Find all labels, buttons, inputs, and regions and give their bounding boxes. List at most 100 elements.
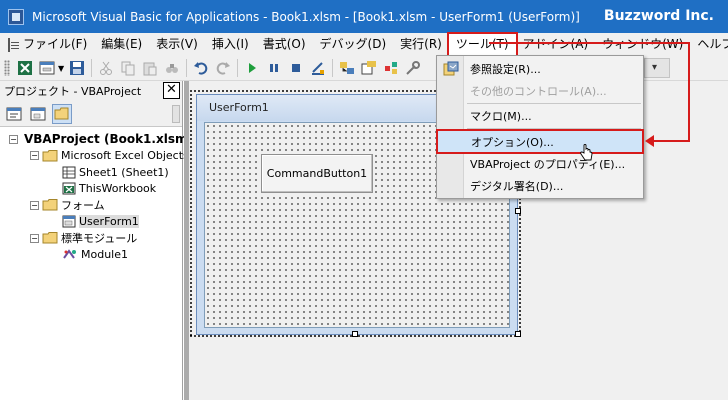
annotation-connector (652, 140, 690, 142)
project-tree: − VBAProject (Book1.xlsm) − Microsoft Ex… (0, 127, 193, 264)
resize-handle[interactable] (515, 208, 521, 214)
toolbar-grip[interactable] (4, 60, 10, 76)
sheet-icon (62, 166, 76, 179)
copy-icon[interactable] (120, 60, 136, 76)
tree-item[interactable]: Module1 (0, 247, 182, 264)
toolbar-separator (186, 59, 188, 77)
collapse-icon[interactable]: − (30, 200, 39, 210)
undo-icon[interactable] (193, 60, 209, 76)
redo-icon[interactable] (215, 60, 231, 76)
folder-icon (42, 199, 58, 211)
properties-window-icon[interactable] (361, 60, 377, 76)
break-icon[interactable] (266, 60, 282, 76)
dropdown-arrow-icon[interactable]: ▼ (58, 64, 64, 73)
toolbar-combo[interactable] (644, 58, 670, 78)
menu-format[interactable]: 書式(O) (256, 34, 313, 55)
tree-item-label: 標準モジュール (61, 232, 138, 246)
userform-icon (62, 215, 76, 228)
project-explorer-toolbar (0, 101, 182, 127)
tree-item[interactable]: UserForm1 (0, 214, 182, 231)
menu-edit[interactable]: 編集(E) (94, 34, 149, 55)
run-icon[interactable] (244, 60, 260, 76)
annotation-connector (688, 42, 690, 142)
tree-item-label: フォーム (61, 199, 105, 213)
tree-item[interactable]: − Microsoft Excel Objects (0, 148, 189, 165)
folder-icon (54, 107, 69, 120)
reset-icon[interactable] (288, 60, 304, 76)
collapse-icon[interactable]: − (9, 134, 18, 144)
tree-item[interactable]: ThisWorkbook (0, 181, 182, 198)
hand-cursor-icon (580, 144, 593, 161)
annotation-connector (489, 42, 689, 44)
view-code-icon (6, 107, 22, 120)
menu-bar: ファイル(F) 編集(E) 表示(V) 挿入(I) 書式(O) デバッグ(D) … (0, 32, 728, 57)
workbook-icon (62, 182, 76, 195)
document-icon[interactable] (8, 37, 19, 52)
menu-file[interactable]: ファイル(F) (16, 34, 94, 55)
toggle-folders-button[interactable] (52, 103, 72, 124)
menu-item-label: デジタル署名(D)... (470, 180, 564, 193)
title-bar: Microsoft Visual Basic for Applications … (0, 0, 728, 33)
menu-run[interactable]: 実行(R) (393, 34, 449, 55)
find-icon[interactable] (164, 60, 180, 76)
annotation-arrow-icon (645, 135, 654, 147)
design-mode-icon[interactable] (310, 60, 326, 76)
cut-icon[interactable] (98, 60, 114, 76)
excel-icon[interactable] (17, 60, 33, 76)
tree-item-label: Sheet1 (Sheet1) (79, 165, 169, 179)
menu-item-macros[interactable]: マクロ(M)... (437, 105, 643, 127)
project-explorer: プロジェクト - VBAProject ✕ − VBAProject (Book… (0, 81, 193, 400)
collapse-icon[interactable]: − (30, 233, 39, 243)
tools-menu: 参照設定(R)... その他のコントロール(A)... マクロ(M)... オプ… (436, 55, 644, 199)
menu-debug[interactable]: デバッグ(D) (313, 34, 394, 55)
project-explorer-title: プロジェクト - VBAProject (4, 85, 142, 98)
menu-tools[interactable]: ツール(T) (446, 32, 518, 57)
view-code-button[interactable] (4, 104, 24, 124)
menu-item-references[interactable]: 参照設定(R)... (437, 58, 643, 80)
resize-handle[interactable] (515, 331, 521, 337)
menu-item-options[interactable]: オプション(O)... (436, 129, 644, 154)
tree-item-label: VBAProject (Book1.xlsm) (24, 132, 193, 147)
project-explorer-header: プロジェクト - VBAProject ✕ (0, 81, 182, 101)
menu-item-label: VBAProject のプロパティ(E)... (470, 158, 626, 171)
menu-window[interactable]: ウィンドウ(W) (595, 34, 690, 55)
folder-icon (42, 149, 58, 162)
scrollbar[interactable] (172, 105, 180, 123)
tree-item-label: ThisWorkbook (79, 182, 157, 196)
object-browser-icon[interactable] (383, 60, 399, 76)
project-explorer-icon[interactable] (339, 60, 355, 76)
view-object-icon (30, 107, 46, 120)
window-title: Microsoft Visual Basic for Applications … (32, 9, 580, 24)
vba-app-icon (8, 8, 24, 25)
menu-item-digital-signature[interactable]: デジタル署名(D)... (437, 175, 643, 197)
menu-view[interactable]: 表示(V) (149, 34, 205, 55)
tree-item[interactable]: Sheet1 (Sheet1) (0, 164, 182, 181)
menu-addins[interactable]: アドイン(A) (516, 34, 596, 55)
close-icon[interactable]: ✕ (163, 82, 180, 99)
menu-item-project-properties[interactable]: VBAProject のプロパティ(E)... (437, 153, 643, 175)
tree-item-label: Microsoft Excel Objects (61, 149, 189, 163)
collapse-icon[interactable]: − (30, 151, 39, 161)
toolbar-separator (332, 59, 334, 77)
menu-insert[interactable]: 挿入(I) (205, 34, 256, 55)
tree-item-label: UserForm1 (79, 215, 139, 229)
references-icon (443, 61, 459, 76)
save-icon[interactable] (69, 60, 85, 76)
toolbar-separator (237, 59, 239, 77)
command-button[interactable]: CommandButton1 (261, 154, 373, 193)
resize-handle[interactable] (352, 331, 358, 337)
menu-separator (467, 103, 641, 104)
tree-item[interactable]: − VBAProject (Book1.xlsm) (0, 131, 193, 148)
tree-item[interactable]: − 標準モジュール (0, 230, 182, 247)
view-object-button[interactable] (28, 104, 48, 124)
toolbox-icon[interactable] (405, 60, 421, 76)
menu-item-label: マクロ(M)... (470, 110, 532, 123)
menu-item-label: その他のコントロール(A)... (470, 85, 607, 98)
toolbar-separator (91, 59, 93, 77)
selection-border-left (189, 89, 194, 338)
module-icon (63, 249, 76, 259)
tree-item[interactable]: − フォーム (0, 197, 182, 214)
menu-help[interactable]: ヘルプ(H) (690, 34, 728, 55)
paste-icon[interactable] (142, 60, 158, 76)
insert-userform-icon[interactable] (39, 60, 55, 76)
